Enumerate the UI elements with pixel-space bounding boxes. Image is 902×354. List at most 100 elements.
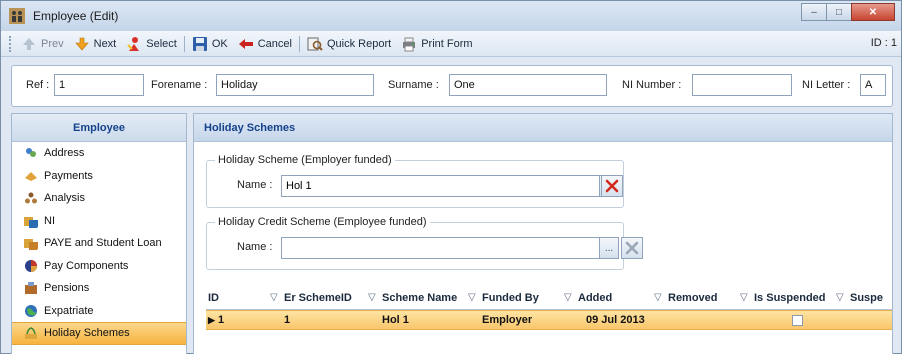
cancel-button[interactable]: Cancel <box>233 33 297 55</box>
sidebar-item-holiday-schemes[interactable]: Holiday Schemes <box>12 322 186 345</box>
column-header-scheme-name[interactable]: Scheme Name <box>382 292 457 304</box>
table-row[interactable]: ▶ 1 1 Hol 1 Employer 09 Jul 2013 <box>206 310 892 330</box>
employee-edit-window: Employee (Edit) – □ ✕ Prev Next Select O… <box>0 0 902 354</box>
next-button[interactable]: Next <box>69 33 122 55</box>
select-label: Select <box>146 37 177 50</box>
app-people-icon <box>9 8 25 24</box>
sidebar-item-label: Payments <box>44 169 93 182</box>
filter-icon[interactable]: ▽ <box>654 292 662 303</box>
cell-er-scheme-id[interactable]: 1 <box>284 314 290 326</box>
close-icon: ✕ <box>868 6 878 18</box>
sidebar-item-pensions[interactable]: Pensions <box>12 277 186 300</box>
print-form-label: Print Form <box>421 37 473 50</box>
employee-scheme-name-field[interactable] <box>281 237 601 259</box>
column-header-funded-by[interactable]: Funded By <box>482 292 539 304</box>
title-bar[interactable]: Employee (Edit) – □ ✕ <box>1 1 901 31</box>
sidebar-item-label: NI <box>44 214 55 227</box>
employer-scheme-name-field[interactable] <box>281 175 601 197</box>
select-button[interactable]: Select <box>121 33 182 55</box>
column-header-is-suspended[interactable]: Is Suspended <box>754 292 826 304</box>
sidebar-item-analysis[interactable]: Analysis <box>12 187 186 210</box>
pensions-icon <box>25 282 37 295</box>
row-indicator-icon: ▶ <box>208 315 215 325</box>
sidebar-item-address[interactable]: Address <box>12 142 186 165</box>
filter-icon[interactable]: ▽ <box>836 292 844 303</box>
ni-number-field[interactable] <box>692 74 792 96</box>
prev-button[interactable]: Prev <box>16 33 69 55</box>
column-header-suspended[interactable]: Suspe <box>850 292 883 304</box>
arrow-up-icon <box>23 37 35 50</box>
employee-scheme-clear-button[interactable] <box>621 237 643 259</box>
record-id: ID : 1 <box>870 37 897 49</box>
employee-sidebar: Employee Address Payments Analysis NI PA… <box>11 113 187 354</box>
grid-header: ID ▽ Er SchemeID ▽ Scheme Name ▽ Funded … <box>206 288 892 310</box>
ellipsis-icon: ... <box>604 242 614 254</box>
clear-x-icon <box>625 241 639 255</box>
ni-letter-field[interactable] <box>860 74 886 96</box>
surname-field[interactable] <box>449 74 607 96</box>
maximize-button[interactable]: □ <box>826 3 852 21</box>
filter-icon[interactable]: ▽ <box>270 292 278 303</box>
column-header-added[interactable]: Added <box>578 292 612 304</box>
sidebar-item-expatriate[interactable]: Expatriate <box>12 300 186 323</box>
employee-scheme-lookup-button[interactable]: ... <box>599 237 619 259</box>
minimize-button[interactable]: – <box>801 3 827 21</box>
forename-field[interactable] <box>216 74 374 96</box>
ref-field[interactable] <box>54 74 144 96</box>
sidebar-item-paye[interactable]: PAYE and Student Loan <box>12 232 186 255</box>
sidebar-item-ni[interactable]: NI <box>12 210 186 233</box>
close-button[interactable]: ✕ <box>851 3 895 21</box>
quick-report-label: Quick Report <box>326 37 392 50</box>
holiday-schemes-panel: Holiday Schemes Holiday Scheme (Employer… <box>193 113 893 354</box>
cell-added[interactable]: 09 Jul 2013 <box>586 314 645 326</box>
pay-components-icon <box>25 259 37 272</box>
expatriate-icon <box>25 304 37 317</box>
filter-icon[interactable]: ▽ <box>468 292 476 303</box>
sidebar-item-label: Pensions <box>44 282 90 295</box>
holiday-schemes-grid: ID ▽ Er SchemeID ▽ Scheme Name ▽ Funded … <box>206 288 892 354</box>
employer-scheme-group: Holiday Scheme (Employer funded) Name : … <box>206 154 624 208</box>
sidebar-item-label: Holiday Schemes <box>44 327 130 340</box>
is-suspended-checkbox[interactable] <box>792 315 803 326</box>
quick-report-button[interactable]: Quick Report <box>302 33 396 55</box>
column-header-er-scheme-id[interactable]: Er SchemeID <box>284 292 352 304</box>
sidebar-item-payments[interactable]: Payments <box>12 165 186 188</box>
ref-label: Ref : <box>26 79 50 91</box>
window-title: Employee (Edit) <box>33 9 119 23</box>
filter-icon[interactable]: ▽ <box>564 292 572 303</box>
print-form-icon <box>403 37 416 51</box>
minimize-icon: – <box>811 6 817 18</box>
ok-button[interactable]: OK <box>187 33 233 55</box>
maximize-icon: □ <box>835 6 843 18</box>
sidebar-item-label: PAYE and Student Loan <box>44 237 162 250</box>
column-header-id[interactable]: ID <box>208 292 219 304</box>
holiday-schemes-icon <box>25 327 37 340</box>
paye-icon <box>24 239 38 251</box>
group-title: Holiday Scheme (Employer funded) <box>215 154 395 166</box>
next-label: Next <box>93 37 117 50</box>
name-label: Name : <box>237 241 273 253</box>
employee-header-panel: Ref : Forename : Surname : NI Number : N… <box>11 65 893 107</box>
filter-icon[interactable]: ▽ <box>368 292 376 303</box>
cell-funded-by[interactable]: Employer <box>482 314 532 326</box>
sidebar-item-label: Expatriate <box>44 304 94 317</box>
arrow-down-icon <box>74 37 89 50</box>
sidebar-item-pay-components[interactable]: Pay Components <box>12 255 186 278</box>
toolbar-grip[interactable] <box>9 35 12 52</box>
panel-title: Holiday Schemes <box>194 114 892 142</box>
ni-icon <box>24 216 38 228</box>
ni-letter-label: NI Letter : <box>802 79 851 91</box>
save-disk-icon <box>192 36 207 51</box>
filter-icon[interactable]: ▽ <box>740 292 748 303</box>
cell-id[interactable]: 1 <box>218 314 224 326</box>
surname-label: Surname : <box>388 79 439 91</box>
select-person-icon <box>127 36 140 51</box>
forename-label: Forename : <box>151 79 208 91</box>
sidebar-item-label: Analysis <box>44 192 85 205</box>
cell-scheme-name[interactable]: Hol 1 <box>382 314 409 326</box>
employer-scheme-clear-button[interactable] <box>601 175 623 197</box>
prev-label: Prev <box>41 37 64 50</box>
print-form-button[interactable]: Print Form <box>396 33 477 55</box>
undo-arrow-icon <box>238 38 253 49</box>
column-header-removed[interactable]: Removed <box>668 292 718 304</box>
